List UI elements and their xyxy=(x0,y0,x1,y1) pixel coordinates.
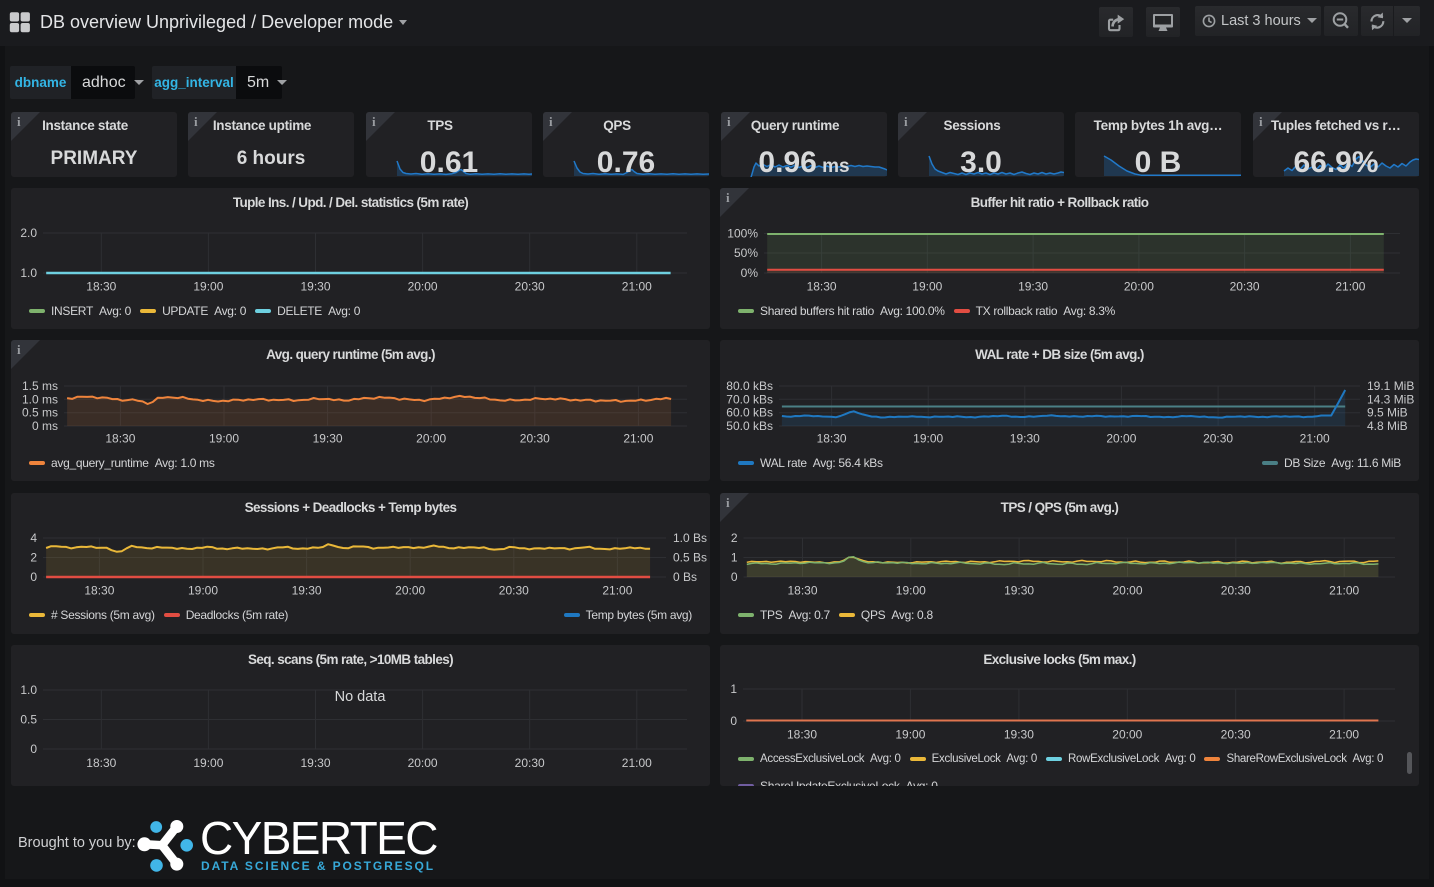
svg-text:19.1 MiB: 19.1 MiB xyxy=(1367,379,1414,393)
svg-text:0 ms: 0 ms xyxy=(32,419,58,433)
svg-text:0.5: 0.5 xyxy=(20,713,37,727)
svg-text:18:30: 18:30 xyxy=(86,756,116,770)
svg-text:19:30: 19:30 xyxy=(300,756,330,770)
svg-text:19:00: 19:00 xyxy=(896,584,926,598)
svg-text:2: 2 xyxy=(731,531,738,545)
svg-text:20:00: 20:00 xyxy=(408,756,438,770)
svg-text:0.5 Bs: 0.5 Bs xyxy=(673,551,707,565)
svg-text:2.0: 2.0 xyxy=(20,226,37,240)
svg-text:18:30: 18:30 xyxy=(807,280,837,294)
svg-text:19:30: 19:30 xyxy=(1018,280,1048,294)
svg-text:20:30: 20:30 xyxy=(515,756,545,770)
svg-text:50%: 50% xyxy=(734,246,758,260)
svg-text:0.5 ms: 0.5 ms xyxy=(22,406,58,420)
svg-text:0: 0 xyxy=(30,570,37,584)
svg-text:70.0 kBs: 70.0 kBs xyxy=(726,392,773,406)
svg-text:20:00: 20:00 xyxy=(1112,728,1142,742)
svg-text:20:30: 20:30 xyxy=(1221,584,1251,598)
svg-text:18:30: 18:30 xyxy=(105,432,135,446)
svg-text:21:00: 21:00 xyxy=(622,280,652,294)
svg-text:1.0: 1.0 xyxy=(20,266,37,280)
svg-text:80.0 kBs: 80.0 kBs xyxy=(726,379,773,393)
svg-text:20:30: 20:30 xyxy=(1230,280,1260,294)
svg-text:20:30: 20:30 xyxy=(1221,728,1251,742)
svg-text:20:00: 20:00 xyxy=(416,432,446,446)
svg-text:No data: No data xyxy=(335,689,387,705)
svg-text:19:00: 19:00 xyxy=(193,756,223,770)
svg-text:0: 0 xyxy=(730,714,737,728)
svg-text:100%: 100% xyxy=(727,227,758,241)
svg-text:0: 0 xyxy=(30,742,37,756)
svg-text:20:30: 20:30 xyxy=(1203,432,1233,446)
svg-text:0: 0 xyxy=(731,570,738,584)
svg-text:21:00: 21:00 xyxy=(622,756,652,770)
svg-text:21:00: 21:00 xyxy=(602,584,632,598)
svg-text:1: 1 xyxy=(731,551,738,565)
svg-text:0 Bs: 0 Bs xyxy=(673,570,697,584)
svg-text:1: 1 xyxy=(730,682,737,696)
svg-text:19:30: 19:30 xyxy=(1010,432,1040,446)
svg-text:1.0: 1.0 xyxy=(20,683,37,697)
svg-text:19:00: 19:00 xyxy=(912,280,942,294)
svg-text:20:30: 20:30 xyxy=(520,432,550,446)
svg-text:18:30: 18:30 xyxy=(817,432,847,446)
svg-text:18:30: 18:30 xyxy=(787,728,817,742)
svg-text:20:30: 20:30 xyxy=(515,280,545,294)
svg-text:50.0 kBs: 50.0 kBs xyxy=(726,419,773,433)
svg-text:20:30: 20:30 xyxy=(499,584,529,598)
svg-text:20:00: 20:00 xyxy=(395,584,425,598)
svg-text:21:00: 21:00 xyxy=(1300,432,1330,446)
svg-text:2: 2 xyxy=(30,551,37,565)
svg-text:19:30: 19:30 xyxy=(1004,584,1034,598)
svg-text:21:00: 21:00 xyxy=(1329,728,1359,742)
svg-text:19:30: 19:30 xyxy=(313,432,343,446)
svg-text:18:30: 18:30 xyxy=(787,584,817,598)
svg-text:19:00: 19:00 xyxy=(913,432,943,446)
svg-text:21:00: 21:00 xyxy=(1329,584,1359,598)
svg-text:0%: 0% xyxy=(741,266,759,280)
svg-text:20:00: 20:00 xyxy=(1112,584,1142,598)
svg-text:19:30: 19:30 xyxy=(292,584,322,598)
svg-text:21:00: 21:00 xyxy=(1335,280,1365,294)
svg-text:1.5 ms: 1.5 ms xyxy=(22,379,58,393)
svg-text:20:00: 20:00 xyxy=(1106,432,1136,446)
svg-text:19:30: 19:30 xyxy=(1004,728,1034,742)
svg-text:19:00: 19:00 xyxy=(209,432,239,446)
svg-text:20:00: 20:00 xyxy=(1124,280,1154,294)
svg-text:19:00: 19:00 xyxy=(188,584,218,598)
svg-text:14.3 MiB: 14.3 MiB xyxy=(1367,392,1414,406)
svg-text:19:00: 19:00 xyxy=(895,728,925,742)
svg-text:9.5 MiB: 9.5 MiB xyxy=(1367,406,1408,420)
svg-text:1.0 ms: 1.0 ms xyxy=(22,392,58,406)
svg-text:21:00: 21:00 xyxy=(623,432,653,446)
svg-text:20:00: 20:00 xyxy=(408,280,438,294)
svg-text:19:00: 19:00 xyxy=(193,280,223,294)
svg-text:60.0 kBs: 60.0 kBs xyxy=(726,406,773,420)
svg-text:18:30: 18:30 xyxy=(86,280,116,294)
svg-text:19:30: 19:30 xyxy=(300,280,330,294)
svg-text:4.8 MiB: 4.8 MiB xyxy=(1367,419,1408,433)
svg-text:4: 4 xyxy=(30,531,37,545)
svg-text:1.0 Bs: 1.0 Bs xyxy=(673,531,707,545)
svg-text:18:30: 18:30 xyxy=(84,584,114,598)
